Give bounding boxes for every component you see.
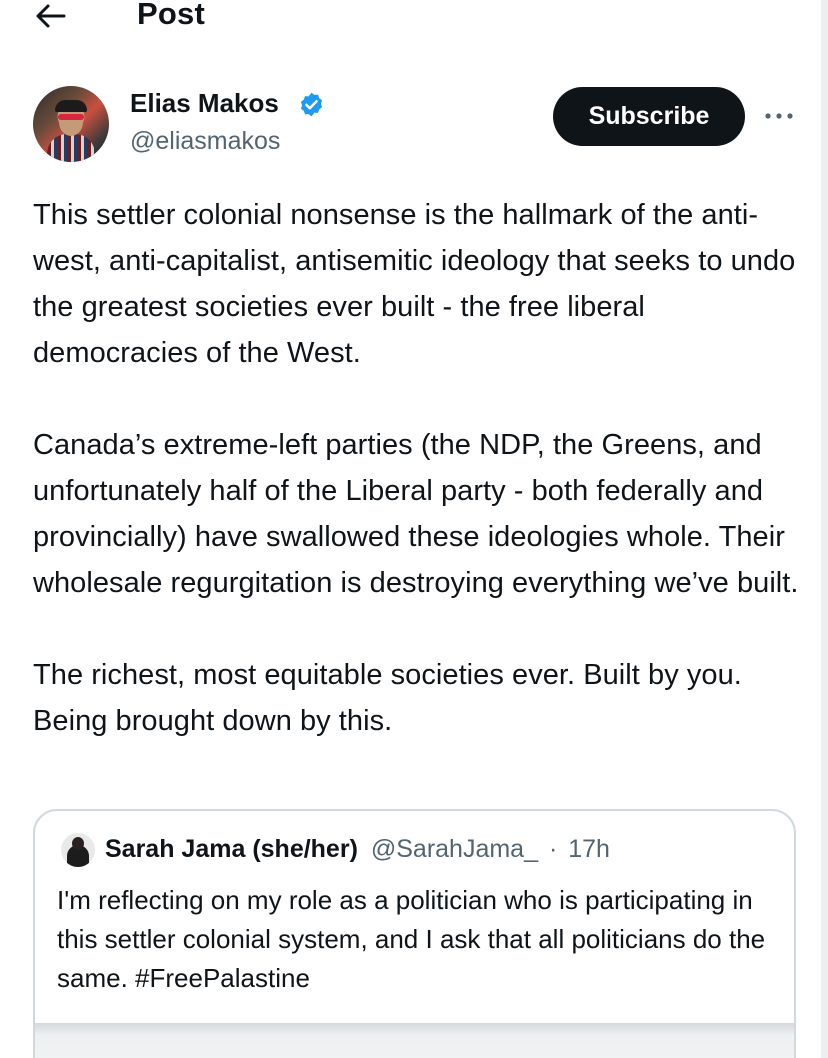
post-paragraph: The richest, most equitable societies ev… [33,659,742,737]
post-body: This settler colonial nonsense is the ha… [33,192,803,744]
quoted-post-media[interactable] [35,1023,794,1058]
author-handle[interactable]: @eliasmakos [130,127,280,156]
top-bar: Post [0,0,828,36]
post-paragraph: This settler colonial nonsense is the ha… [33,199,796,369]
page-title: Post [137,0,205,31]
author-name[interactable]: Elias Makos [130,88,279,119]
avatar-face [59,108,83,136]
author-avatar[interactable] [33,86,109,162]
quoted-post-time[interactable]: 17h [568,835,610,863]
verified-badge-icon [300,92,323,117]
scrollbar-track[interactable] [821,0,828,1058]
quoted-post-text: I'm reflecting on my role as a politicia… [57,885,766,993]
separator-dot: · [548,835,558,863]
arrow-left-icon[interactable] [34,2,66,30]
avatar-glasses [58,114,84,120]
quoted-author-name[interactable]: Sarah Jama (she/her) [105,835,358,863]
quoted-author-avatar[interactable] [61,833,95,867]
quoted-author-handle[interactable]: @SarahJama_ [371,835,538,863]
quoted-avatar-head [72,837,84,850]
avatar-cap [55,100,87,112]
subscribe-button[interactable]: Subscribe [553,87,745,146]
quoted-post-card[interactable]: Sarah Jama (she/her) @SarahJama_ · 17h I… [33,809,796,1058]
avatar-shirt [47,134,95,162]
post-paragraph: Canada’s extreme-left parties (the NDP, … [33,429,799,599]
more-horizontal-icon[interactable] [764,110,794,122]
quoted-post-header: Sarah Jama (she/her) @SarahJama_ · 17h [105,835,610,864]
post-page: Post Elias Makos @eliasmakos Subscribe T… [0,0,828,1058]
